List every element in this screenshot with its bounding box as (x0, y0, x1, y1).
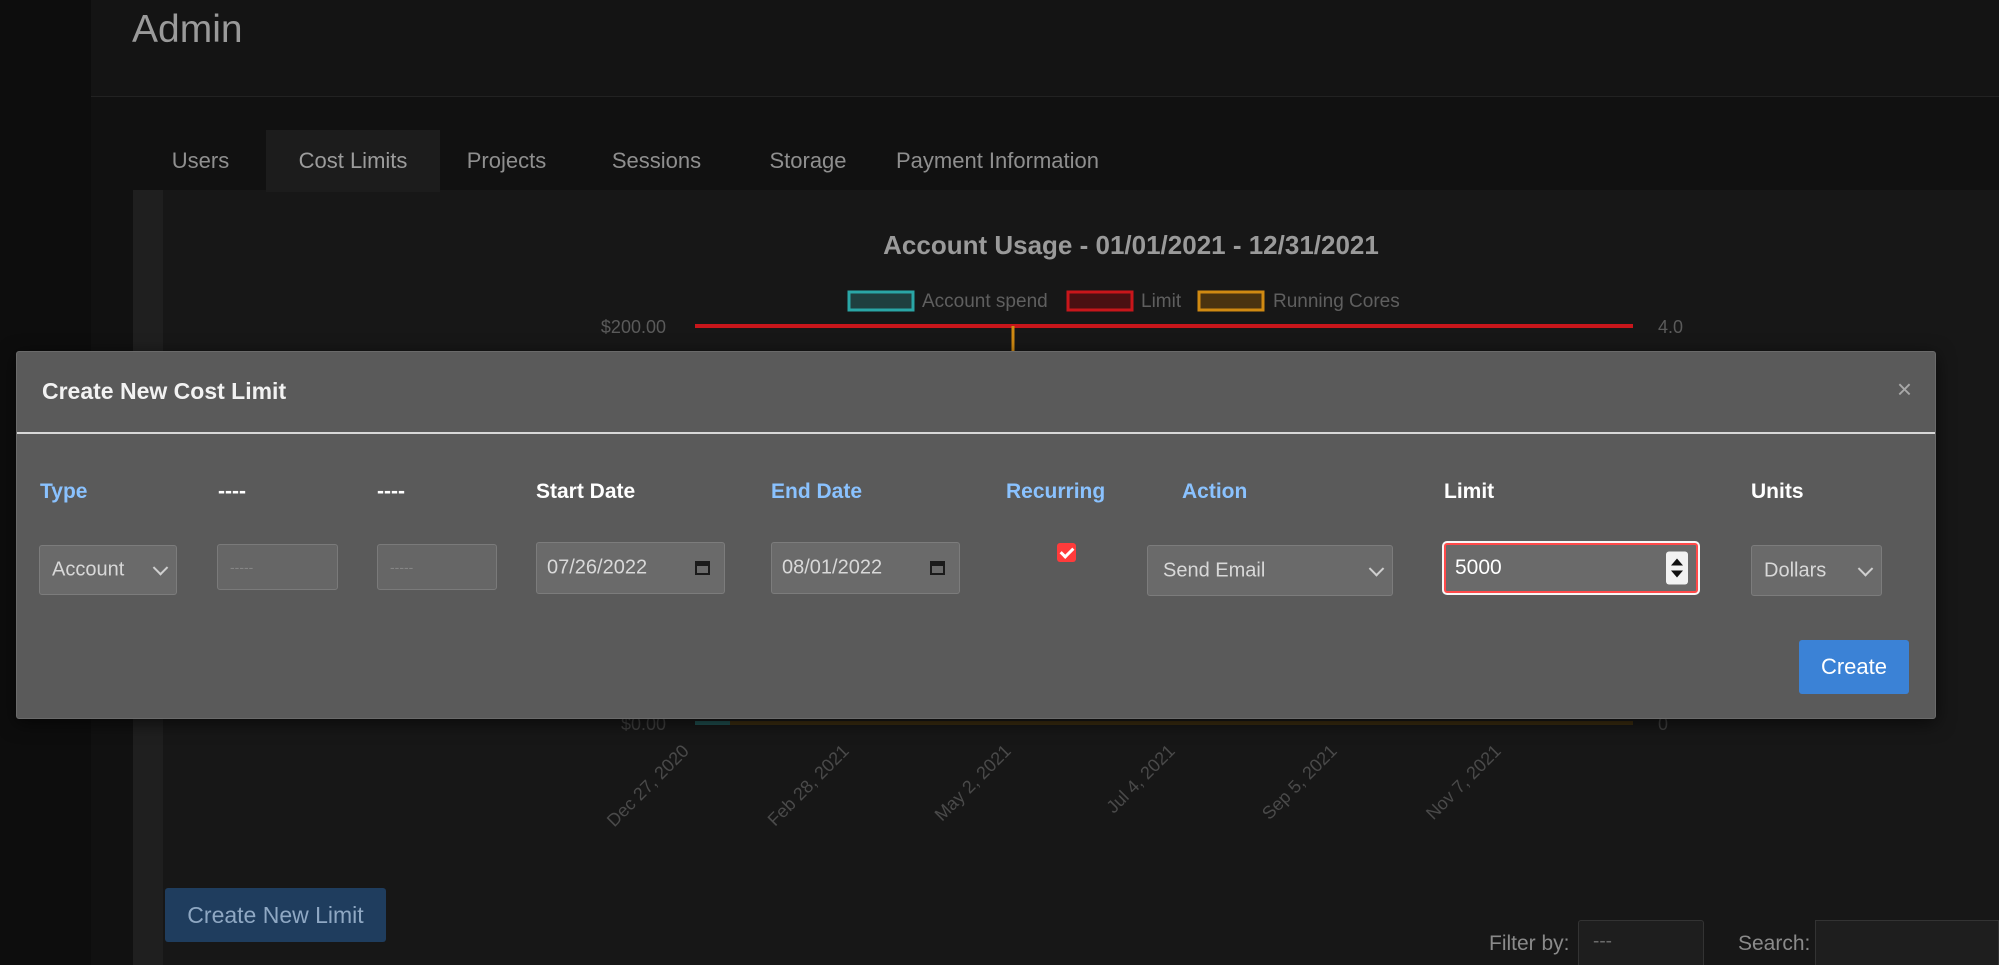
legend-swatch-account-spend (847, 290, 915, 312)
units-select[interactable]: Dollars (1751, 545, 1882, 596)
create-new-limit-button[interactable]: Create New Limit (165, 888, 386, 942)
limit-input[interactable]: 5000 (1444, 543, 1698, 593)
action-select[interactable]: Send Email (1147, 545, 1393, 596)
label-recurring: Recurring (1006, 480, 1106, 503)
dash-2-placeholder: ----- (390, 559, 414, 575)
limit-input-value: 5000 (1455, 556, 1502, 579)
modal-header: Create New Cost Limit × (17, 352, 1935, 434)
filter-select[interactable]: --- (1578, 920, 1704, 965)
start-date-input[interactable]: 07/26/2022 (536, 542, 725, 594)
x-tick-label: Sep 5, 2021 (1258, 741, 1341, 824)
create-cost-limit-modal: Create New Cost Limit × Type ---- ---- S… (16, 351, 1936, 719)
label-action: Action (1182, 480, 1248, 503)
type-select-value: Account (52, 558, 125, 581)
chevron-down-icon (152, 560, 169, 576)
x-tick-label: May 2, 2021 (931, 741, 1015, 825)
action-select-value: Send Email (1163, 559, 1266, 581)
filter-select-value: --- (1593, 931, 1612, 952)
stepper-up-icon[interactable] (1671, 558, 1683, 566)
dash-1-placeholder: ----- (230, 559, 254, 575)
legend-swatch-limit (1066, 290, 1134, 312)
legend-swatch-running-cores (1197, 290, 1265, 312)
modal-title: Create New Cost Limit (42, 378, 287, 404)
units-select-value: Dollars (1764, 559, 1827, 581)
start-date-value: 07/26/2022 (547, 556, 648, 579)
close-icon[interactable]: × (1897, 374, 1912, 405)
x-tick-label: Jul 4, 2021 (1102, 741, 1178, 817)
filter-label: Filter by: (1489, 932, 1570, 955)
dash-2-input[interactable]: ----- (377, 544, 497, 590)
recurring-checkbox[interactable] (1057, 543, 1076, 562)
label-limit: Limit (1444, 480, 1495, 503)
y-right-tick-top: 4.0 (1658, 317, 1683, 337)
x-tick-label: Feb 28, 2021 (764, 741, 853, 830)
chart-legend: Account spend Limit Running Cores (847, 290, 1400, 312)
search-label: Search: (1738, 932, 1811, 955)
type-select[interactable]: Account (39, 545, 177, 595)
create-button[interactable]: Create (1799, 640, 1909, 694)
label-type: Type (40, 480, 88, 503)
chart-title: Account Usage - 01/01/2021 - 12/31/2021 (883, 230, 1379, 260)
calendar-icon[interactable] (695, 561, 710, 575)
x-tick-label: Nov 7, 2021 (1422, 741, 1505, 824)
label-end-date: End Date (771, 480, 863, 503)
dash-1-input[interactable]: ----- (217, 544, 338, 590)
label-units: Units (1751, 480, 1804, 503)
chevron-down-icon (1368, 560, 1385, 577)
y-left-tick-top: $200.00 (601, 317, 666, 337)
legend-label-limit: Limit (1141, 291, 1182, 312)
search-input[interactable] (1815, 920, 1999, 965)
legend-label-running-cores: Running Cores (1273, 291, 1400, 312)
label-dash-2: ---- (377, 480, 405, 503)
x-tick-label: Dec 27, 2020 (603, 741, 693, 831)
calendar-icon[interactable] (930, 561, 945, 575)
stepper-down-icon[interactable] (1671, 570, 1683, 578)
label-dash-1: ---- (218, 480, 246, 503)
legend-label-account-spend: Account spend (922, 291, 1048, 312)
end-date-value: 08/01/2022 (782, 556, 883, 579)
end-date-input[interactable]: 08/01/2022 (771, 542, 960, 594)
stepper-icon[interactable] (1666, 551, 1688, 585)
chevron-down-icon (1857, 560, 1874, 577)
label-start-date: Start Date (536, 480, 636, 503)
